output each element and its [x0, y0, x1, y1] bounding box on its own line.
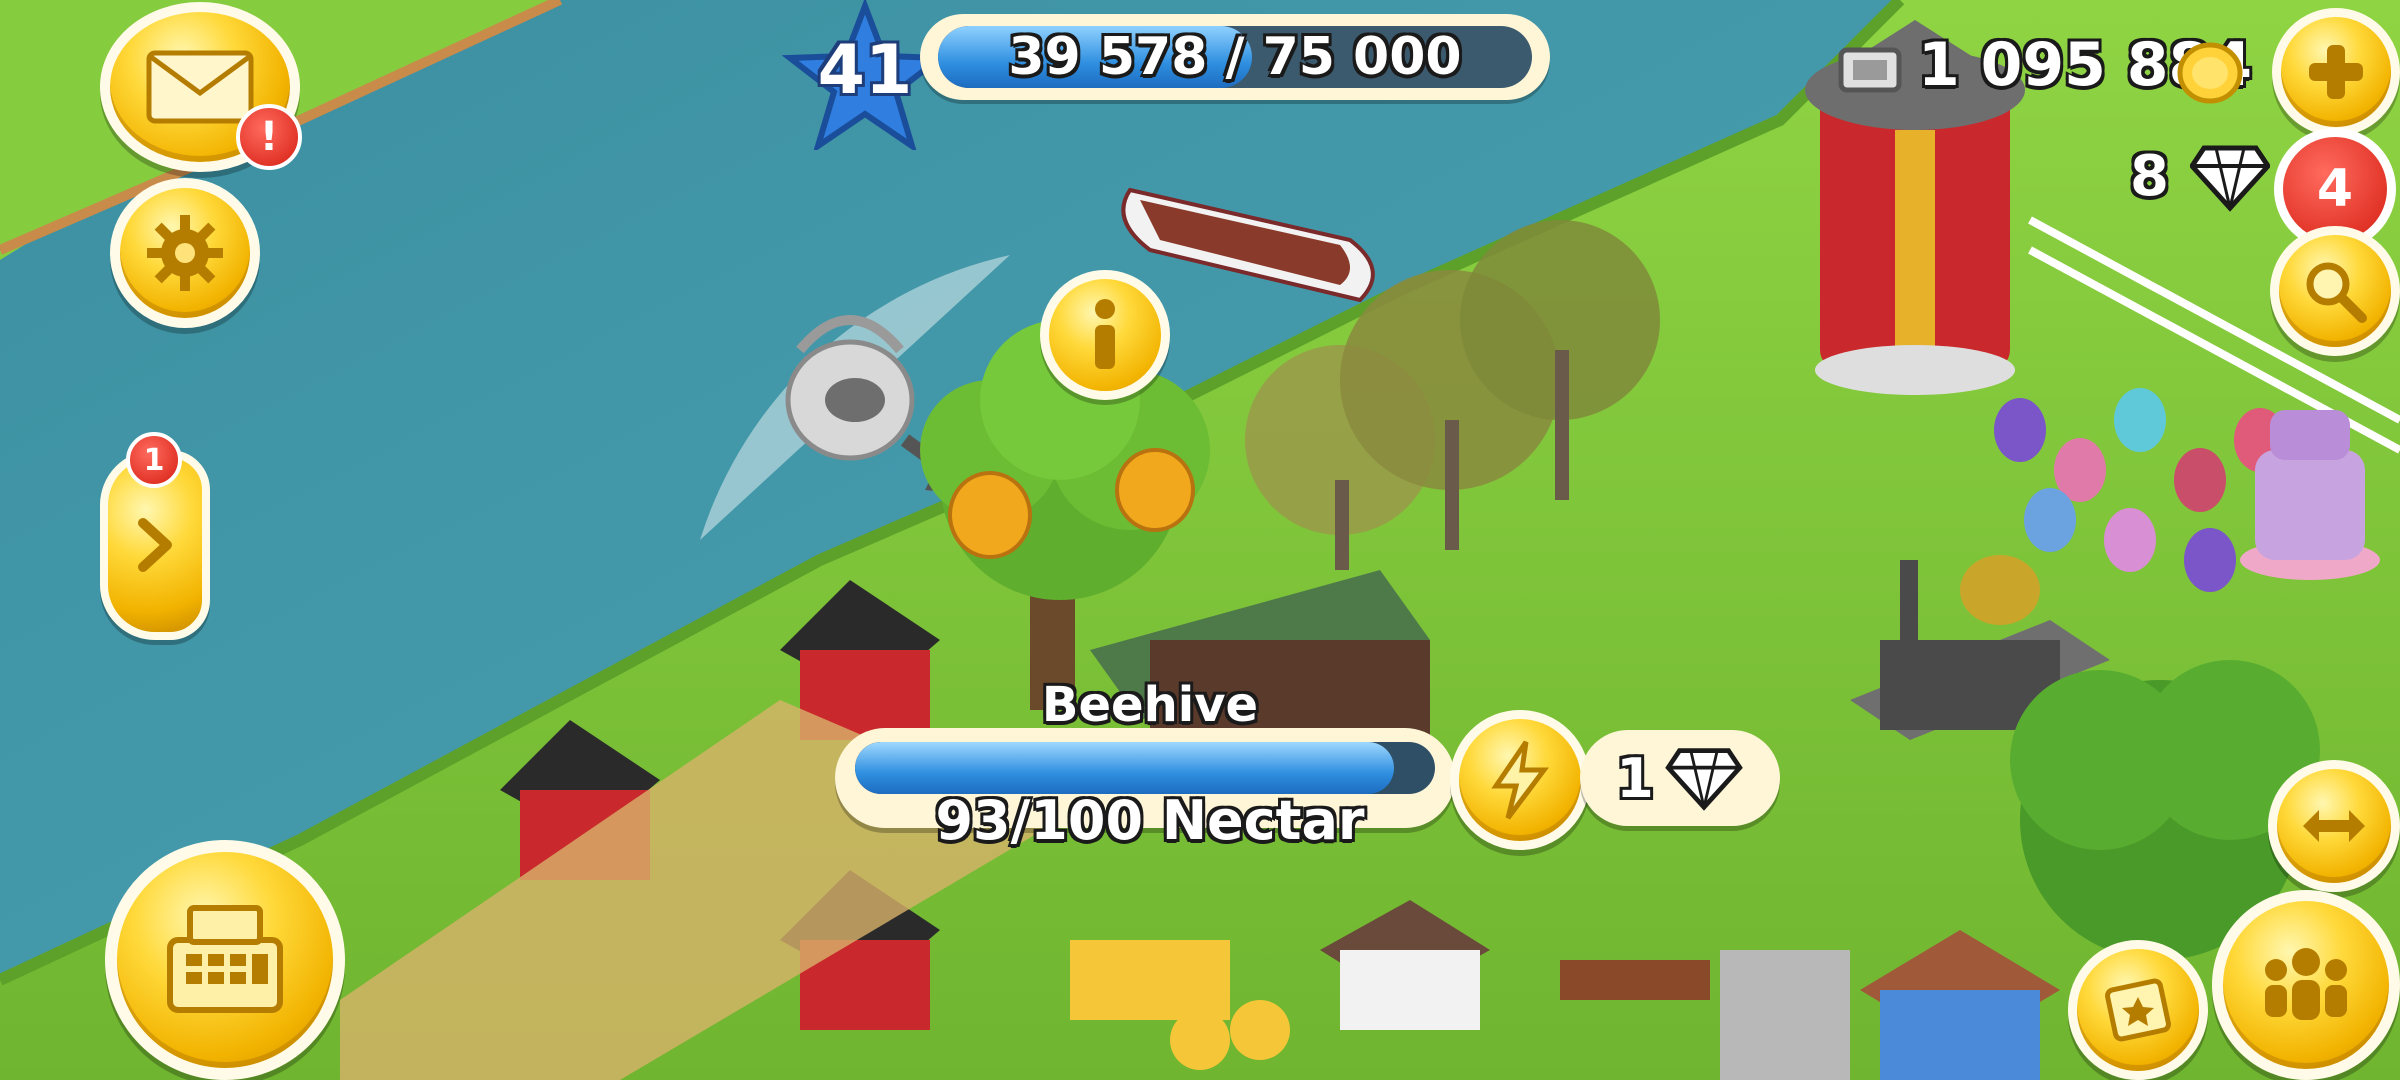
gear-icon [147, 215, 223, 291]
diamond-icon [2190, 145, 2270, 212]
speedup-cost[interactable]: 1 [1580, 730, 1780, 826]
chevron-right-icon [138, 518, 172, 572]
player-level: 41 [817, 30, 913, 110]
diamond-count: 8 [2130, 144, 2169, 209]
lightning-icon [1491, 740, 1549, 820]
speedup-cost-value: 1 [1616, 746, 1654, 810]
friends-button[interactable] [2212, 890, 2400, 1080]
side-panel-badge: 1 [126, 432, 182, 488]
xp-track: 39 578 / 75 000 [938, 26, 1532, 88]
basket-icon[interactable] [785, 315, 915, 461]
add-coins-button[interactable] [2272, 8, 2400, 136]
farm-background [0, 0, 2400, 1080]
info-icon [1095, 299, 1115, 369]
speedup-button[interactable] [1450, 710, 1590, 850]
people-icon [2265, 948, 2347, 1020]
expand-arrows-icon [2303, 810, 2365, 842]
newspaper-button[interactable] [2068, 940, 2208, 1080]
search-button[interactable] [2270, 226, 2400, 356]
xp-bar[interactable]: 39 578 / 75 000 [920, 14, 1550, 100]
diamond-icon [1664, 748, 1743, 811]
xp-text: 39 578 / 75 000 [1008, 27, 1462, 87]
coin-icon [2177, 42, 2243, 104]
mail-alert-badge: ! [236, 104, 302, 170]
magnifier-icon [2306, 262, 2367, 323]
info-button[interactable] [1040, 270, 1170, 400]
nectar-status: 93/100 Nectar [935, 788, 1365, 852]
expand-land-button[interactable] [2268, 760, 2400, 892]
settings-button[interactable] [110, 178, 260, 328]
cash-register-icon [167, 905, 283, 1013]
newspaper-icon [2105, 978, 2171, 1042]
shop-button[interactable] [105, 840, 345, 1080]
storage-sign-icon[interactable] [1835, 40, 1905, 100]
envelope-icon [146, 50, 254, 124]
farm-scene[interactable] [0, 0, 2400, 1080]
plus-icon [2309, 45, 2363, 99]
